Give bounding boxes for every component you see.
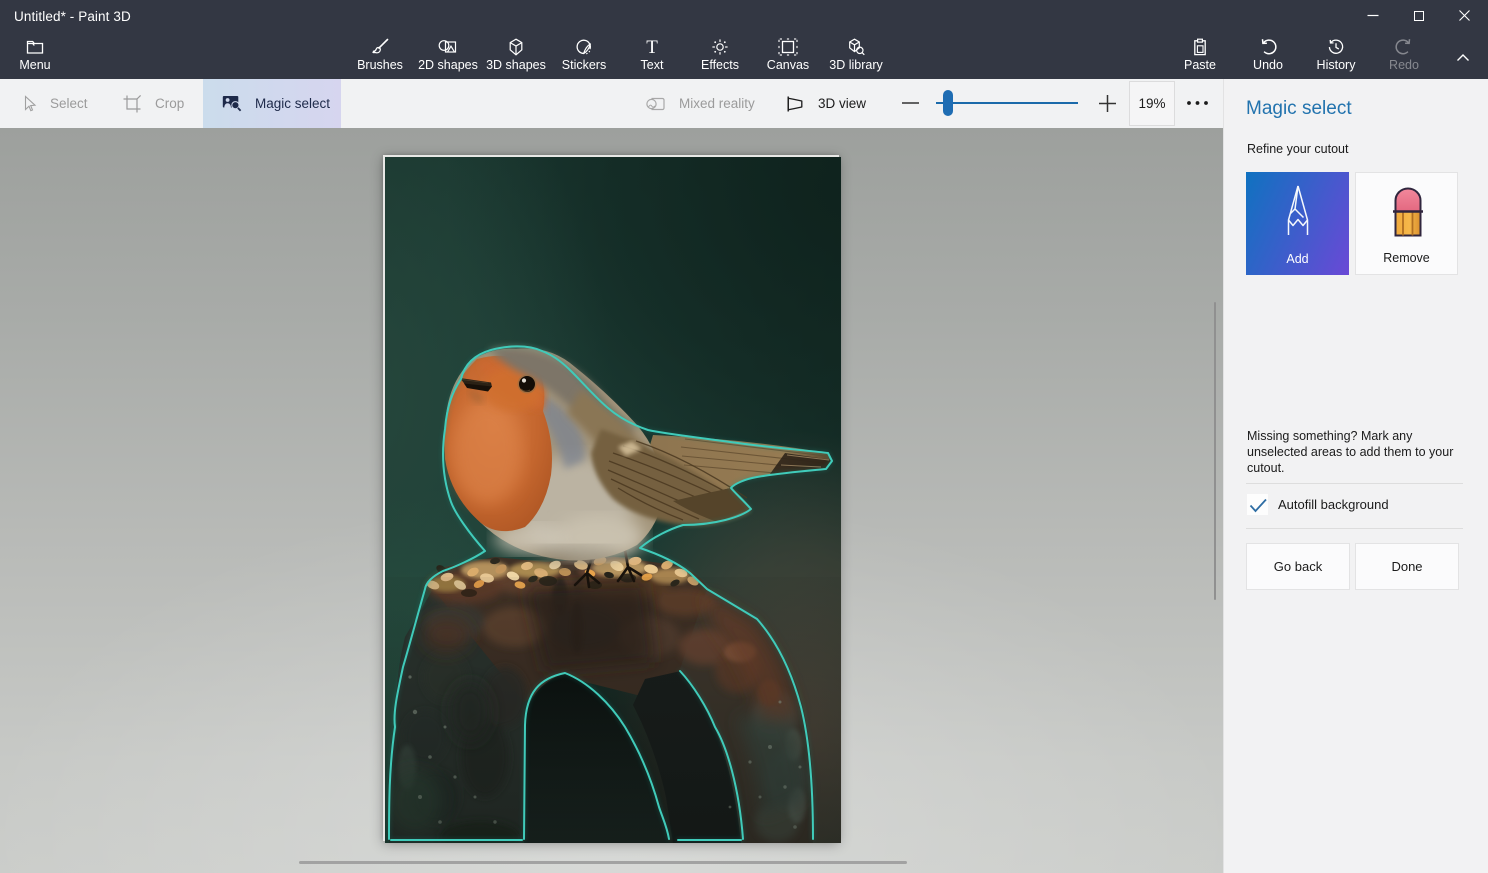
svg-text:T: T: [646, 37, 658, 57]
